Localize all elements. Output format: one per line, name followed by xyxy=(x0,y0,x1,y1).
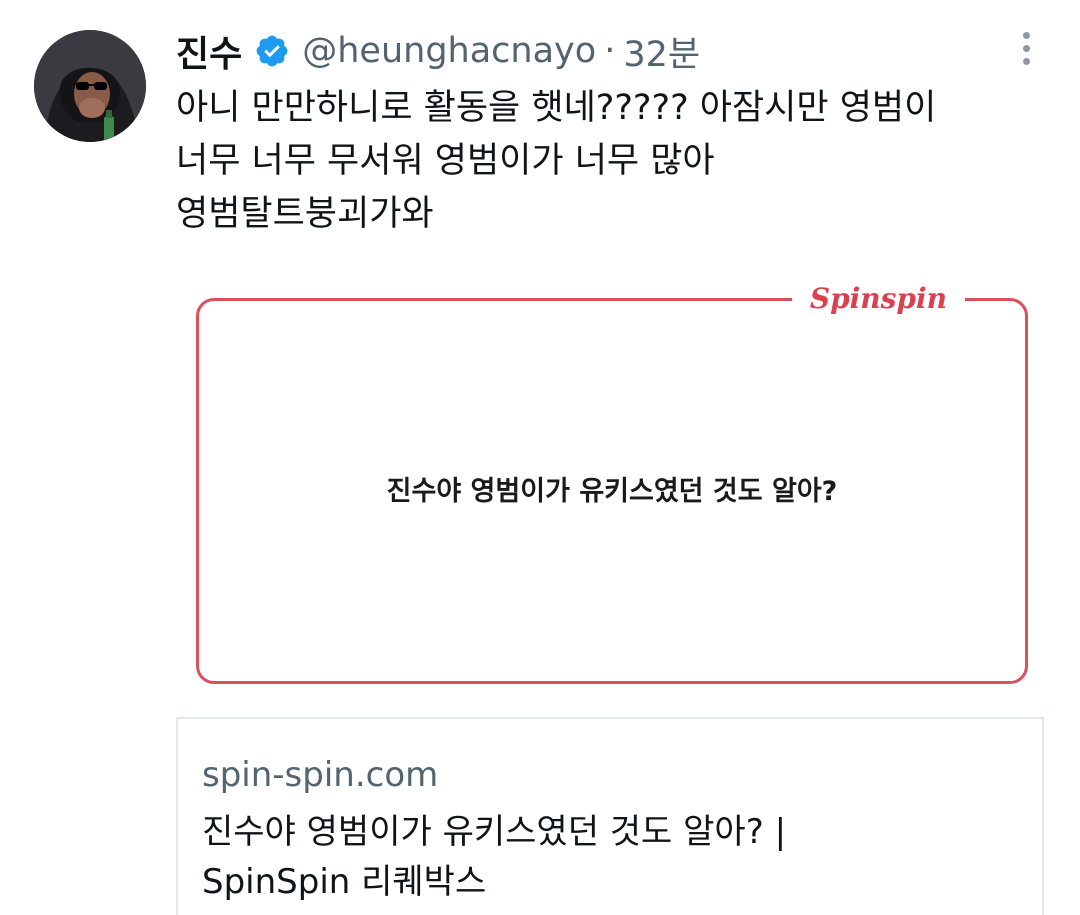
more-dot-icon xyxy=(1022,58,1030,65)
separator-dot: · xyxy=(604,31,616,71)
avatar[interactable] xyxy=(34,30,146,142)
link-title: 진수야 영범이가 유키스였던 것도 알아? | SpinSpin 리퀘박스 xyxy=(202,807,1022,907)
more-dot-icon xyxy=(1022,32,1030,39)
display-name[interactable]: 진수 xyxy=(176,25,242,77)
link-card[interactable]: spin-spin.com 진수야 영범이가 유키스였던 것도 알아? | Sp… xyxy=(176,717,1044,915)
timestamp[interactable]: 32분 xyxy=(623,26,700,77)
link-title-line: 진수야 영범이가 유키스였던 것도 알아? | xyxy=(202,812,787,852)
spinspin-logo: Spinspin xyxy=(791,279,965,319)
tweet-header: 진수 @heunghacnayo · 32분 xyxy=(176,26,700,76)
tweet[interactable]: 진수 @heunghacnayo · 32분 아니 만만하니로 활동을 햇네??… xyxy=(0,0,1080,915)
link-title-line: SpinSpin 리퀘박스 xyxy=(202,862,487,902)
more-options-button[interactable] xyxy=(1014,32,1038,72)
tweet-text: 아니 만만하니로 활동을 햇네????? 아잠시만 영범이 너무 너무 무서워 … xyxy=(176,82,1056,241)
tweet-text-line: 너무 너무 무서워 영범이가 너무 많아 xyxy=(176,141,715,181)
author-handle[interactable]: @heunghacnayo xyxy=(302,31,596,71)
link-domain: spin-spin.com xyxy=(202,755,439,795)
verified-badge-icon xyxy=(256,35,288,67)
preview-frame: Spinspin 진수야 영범이가 유키스였던 것도 알아? xyxy=(196,279,1028,684)
more-dot-icon xyxy=(1022,45,1030,52)
tweet-text-line: 아니 만만하니로 활동을 햇네????? 아잠시만 영범이 xyxy=(176,88,937,128)
preview-caption: 진수야 영범이가 유키스였던 것도 알아? xyxy=(386,476,838,507)
avatar-sunglasses-icon xyxy=(34,30,146,142)
tweet-text-line: 영범탈트붕괴가와 xyxy=(176,194,434,234)
link-preview-image[interactable]: Spinspin 진수야 영범이가 유키스였던 것도 알아? xyxy=(176,262,1046,718)
